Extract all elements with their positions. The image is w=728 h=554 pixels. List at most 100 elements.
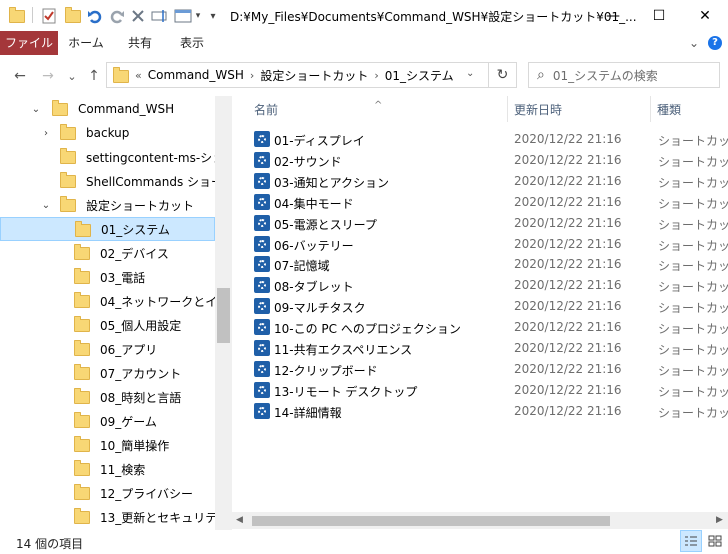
file-row[interactable]: 02-サウンド 2020/12/22 21:16 ショートカット	[254, 150, 728, 171]
ribbon-tabs: ファイル ホーム 共有 表示 ⌄ ?	[0, 31, 728, 57]
address-dropdown-icon[interactable]: ⌄	[466, 68, 480, 82]
file-row[interactable]: 10-この PC へのプロジェクション 2020/12/22 21:16 ショートカ…	[254, 317, 728, 338]
file-type: ショートカット	[658, 217, 728, 232]
nav-item[interactable]: 13_更新とセキュリティ	[0, 505, 215, 529]
file-date: 2020/12/22 21:16	[514, 257, 622, 272]
shortcut-icon	[254, 402, 270, 419]
minimize-button[interactable]: —	[590, 0, 636, 31]
tab-view[interactable]: 表示	[170, 31, 214, 55]
column-header-type[interactable]: 種類	[657, 96, 681, 122]
column-divider[interactable]	[650, 96, 651, 122]
overflow-icon[interactable]: «	[135, 69, 142, 82]
customize-toolbar-icon[interactable]: ▾	[206, 7, 220, 25]
file-date: 2020/12/22 21:16	[514, 361, 622, 376]
sort-indicator-icon: ^	[374, 100, 383, 111]
nav-item[interactable]: ShellCommands ショートカット	[0, 169, 215, 193]
large-icons-view-icon[interactable]	[704, 530, 726, 552]
horizontal-scrollbar-thumb[interactable]	[252, 516, 610, 526]
column-header-name[interactable]: 名前	[254, 96, 278, 122]
nav-item[interactable]: 12_プライバシー	[0, 481, 215, 505]
breadcrumb-system[interactable]: 01_システム	[385, 67, 454, 84]
shortcut-icon	[254, 235, 270, 252]
item-count: 14 個の項目	[16, 537, 84, 551]
breadcrumb-command-wsh[interactable]: Command_WSH	[148, 68, 244, 82]
file-row[interactable]: 12-クリップボード 2020/12/22 21:16 ショートカット	[254, 359, 728, 380]
file-type: ショートカット	[658, 238, 728, 253]
tab-file[interactable]: ファイル	[0, 31, 58, 55]
chevron-down-icon[interactable]: ⌄	[30, 104, 42, 115]
file-row[interactable]: 05-電源とスリープ 2020/12/22 21:16 ショートカット	[254, 213, 728, 234]
breadcrumb-separator-icon[interactable]: ›	[374, 69, 378, 82]
file-row[interactable]: 07-記憶域 2020/12/22 21:16 ショートカット	[254, 254, 728, 275]
forward-button[interactable]: →	[38, 67, 58, 85]
nav-item[interactable]: 10_簡単操作	[0, 433, 215, 457]
nav-scrollbar-thumb[interactable]	[217, 288, 230, 343]
file-name: 06-バッテリー	[274, 238, 354, 253]
scroll-left-icon[interactable]: ◀	[236, 515, 243, 525]
delete-icon[interactable]	[130, 7, 146, 25]
breadcrumb-separator-icon[interactable]: ›	[250, 69, 254, 82]
file-type: ショートカット	[658, 301, 728, 316]
tab-home[interactable]: ホーム	[64, 31, 108, 55]
folder-icon	[52, 100, 68, 116]
undo-icon[interactable]	[86, 7, 104, 25]
column-divider[interactable]	[507, 96, 508, 122]
nav-item[interactable]: 11_検索	[0, 457, 215, 481]
recent-locations-button[interactable]: ⌄	[62, 67, 82, 85]
nav-item[interactable]: ⌄ Command_WSH	[0, 97, 215, 121]
back-button[interactable]: ←	[10, 67, 30, 85]
file-row[interactable]: 04-集中モード 2020/12/22 21:16 ショートカット	[254, 192, 728, 213]
new-folder-icon[interactable]	[64, 6, 82, 25]
file-row[interactable]: 01-ディスプレイ 2020/12/22 21:16 ショートカット	[254, 129, 728, 150]
chevron-down-icon[interactable]: ⌄	[40, 200, 52, 211]
nav-item[interactable]: settingcontent-ms-ショートカット	[0, 145, 215, 169]
window-title: D:¥My_Files¥Documents¥Command_WSH¥設定ショート…	[230, 10, 637, 24]
scroll-right-icon[interactable]: ▶	[716, 515, 723, 525]
tab-share[interactable]: 共有	[118, 31, 162, 55]
search-input[interactable]: ⌕ 01_システムの検索	[528, 62, 720, 88]
nav-item[interactable]: 06_アプリ	[0, 337, 215, 361]
details-view-icon[interactable]	[680, 530, 702, 552]
rename-icon[interactable]	[150, 7, 170, 25]
file-type: ショートカット	[658, 405, 728, 420]
properties-window-icon[interactable]	[173, 7, 193, 25]
folder-icon	[113, 67, 129, 83]
nav-item[interactable]: 08_時刻と言語	[0, 385, 215, 409]
chevron-down-icon[interactable]: ▾	[193, 7, 203, 25]
file-row[interactable]: 03-通知とアクション 2020/12/22 21:16 ショートカット	[254, 171, 728, 192]
nav-item[interactable]: 04_ネットワークとインターネット	[0, 289, 215, 313]
nav-item[interactable]: ⌄ 設定ショートカット	[0, 193, 215, 217]
file-row[interactable]: 08-タブレット 2020/12/22 21:16 ショートカット	[254, 275, 728, 296]
file-row[interactable]: 11-共有エクスペリエンス 2020/12/22 21:16 ショートカット	[254, 338, 728, 359]
file-date: 2020/12/22 21:16	[514, 236, 622, 251]
close-button[interactable]: ✕	[682, 0, 728, 31]
shortcut-icon	[254, 319, 270, 336]
nav-item[interactable]: 03_電話	[0, 265, 215, 289]
maximize-button[interactable]: ☐	[636, 0, 682, 31]
nav-item[interactable]: 02_デバイス	[0, 241, 215, 265]
nav-item-label: 06_アプリ	[100, 342, 158, 357]
chevron-right-icon[interactable]: ›	[40, 128, 52, 139]
help-icon[interactable]: ?	[708, 36, 722, 50]
nav-item[interactable]: 09_ゲーム	[0, 409, 215, 433]
file-date: 2020/12/22 21:16	[514, 152, 622, 167]
up-button[interactable]: ↑	[84, 67, 104, 85]
file-row[interactable]: 13-リモート デスクトップ 2020/12/22 21:16 ショートカット	[254, 380, 728, 401]
breadcrumb-settings-shortcuts[interactable]: 設定ショートカット	[260, 67, 368, 84]
redo-icon[interactable]	[108, 7, 126, 25]
nav-item-label: 設定ショートカット	[86, 198, 195, 213]
nav-item[interactable]: › backup	[0, 121, 215, 145]
refresh-button[interactable]: ↻	[489, 62, 517, 88]
nav-item[interactable]: 05_個人用設定	[0, 313, 215, 337]
file-row[interactable]: 06-バッテリー 2020/12/22 21:16 ショートカット	[254, 234, 728, 255]
nav-item[interactable]: 01_システム	[0, 217, 215, 241]
file-row[interactable]: 09-マルチタスク 2020/12/22 21:16 ショートカット	[254, 296, 728, 317]
nav-item[interactable]: 07_アカウント	[0, 361, 215, 385]
properties-icon[interactable]	[40, 7, 58, 25]
file-date: 2020/12/22 21:16	[514, 215, 622, 230]
file-type: ショートカット	[658, 322, 728, 337]
ribbon-expand-icon[interactable]: ⌄	[684, 31, 704, 55]
file-row[interactable]: 14-詳細情報 2020/12/22 21:16 ショートカット	[254, 401, 728, 422]
column-header-date[interactable]: 更新日時	[514, 96, 562, 122]
address-bar[interactable]: « Command_WSH › 設定ショートカット › 01_システム	[106, 62, 489, 88]
